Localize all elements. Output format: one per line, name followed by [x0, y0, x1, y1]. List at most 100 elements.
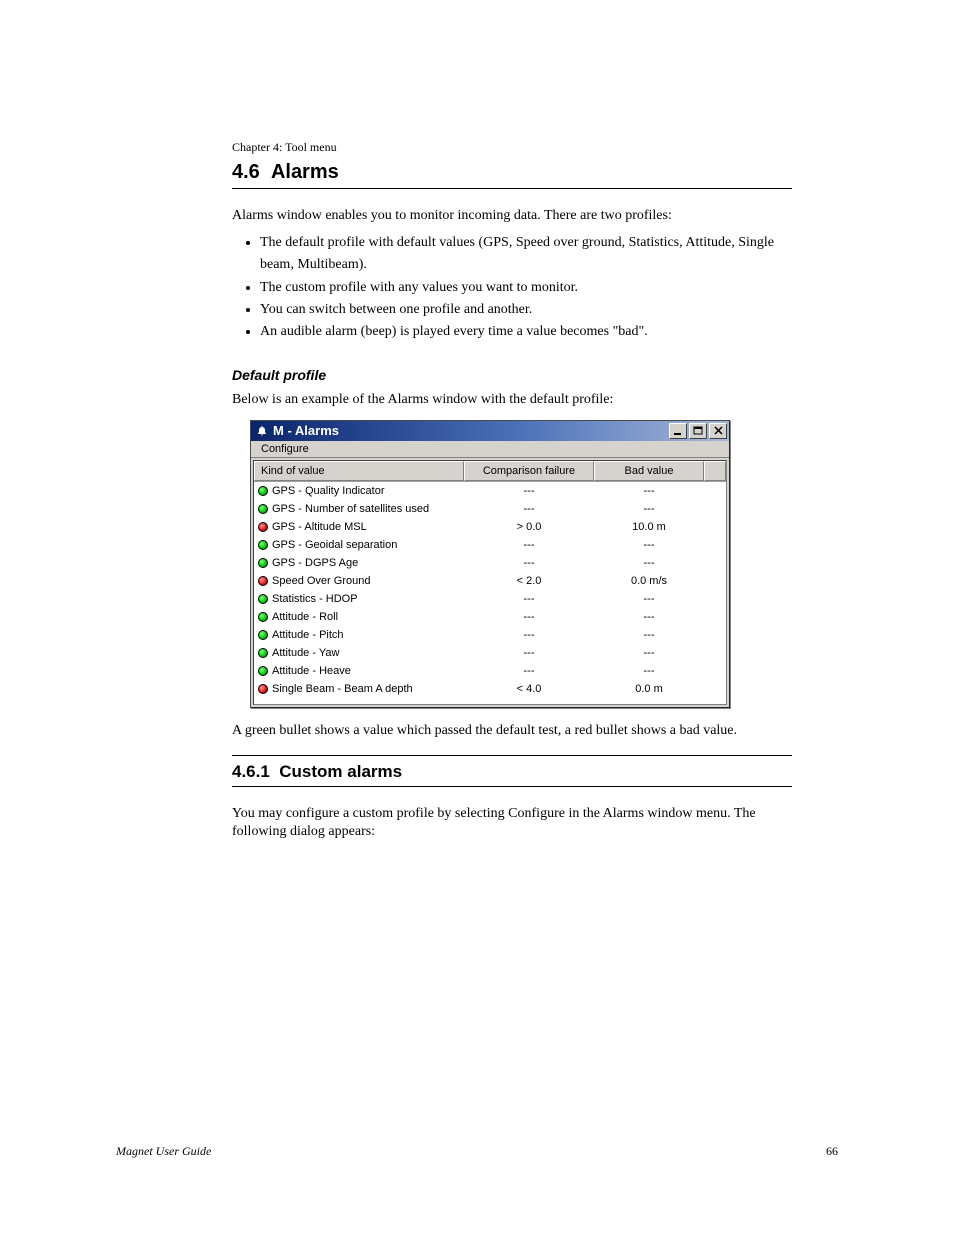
status-cell: [254, 612, 272, 622]
bad-value: ---: [594, 557, 704, 569]
value-name: Speed Over Ground: [272, 575, 464, 587]
comparison-failure: ---: [464, 485, 594, 497]
footer-doc-title: Magnet User Guide: [116, 1144, 211, 1159]
status-ok-icon: [258, 504, 268, 514]
table-row[interactable]: Attitude - Pitch------: [254, 626, 726, 644]
maximize-icon: [693, 426, 703, 435]
bad-value: ---: [594, 485, 704, 497]
bad-value: 0.0 m/s: [594, 575, 704, 587]
comparison-failure: ---: [464, 593, 594, 605]
section-heading: 4.6 Alarms: [232, 161, 792, 184]
list-item: The custom profile with any values you w…: [260, 277, 792, 299]
list-item: The default profile with default values …: [260, 232, 792, 277]
chapter-label: Chapter 4: Tool menu: [232, 140, 792, 155]
comparison-failure: ---: [464, 629, 594, 641]
bad-value: ---: [594, 629, 704, 641]
table-row[interactable]: Attitude - Roll------: [254, 608, 726, 626]
default-profile-body: Below is an example of the Alarms window…: [232, 391, 792, 410]
subsection-title: Custom alarms: [279, 762, 402, 781]
list-header: Kind of value Comparison failure Bad val…: [254, 461, 726, 482]
comparison-failure: ---: [464, 503, 594, 515]
status-cell: [254, 486, 272, 496]
value-name: GPS - DGPS Age: [272, 557, 464, 569]
subsection-rule-top: [232, 755, 792, 756]
status-bad-icon: [258, 684, 268, 694]
status-ok-icon: [258, 594, 268, 604]
minimize-button[interactable]: [669, 423, 687, 439]
section-title: Alarms: [271, 161, 339, 183]
configure-menu[interactable]: Configure: [257, 442, 313, 456]
status-ok-icon: [258, 486, 268, 496]
value-name: Attitude - Pitch: [272, 629, 464, 641]
list-item: An audible alarm (beep) is played every …: [260, 321, 792, 343]
status-bad-icon: [258, 576, 268, 586]
status-cell: [254, 558, 272, 568]
table-row[interactable]: Single Beam - Beam A depth< 4.00.0 m: [254, 680, 726, 698]
window-titlebar[interactable]: M - Alarms: [251, 421, 729, 441]
value-name: Single Beam - Beam A depth: [272, 683, 464, 695]
column-header-tail: [704, 461, 726, 481]
bell-icon: [255, 424, 269, 438]
bad-value: 0.0 m: [594, 683, 704, 695]
table-row[interactable]: Attitude - Yaw------: [254, 644, 726, 662]
status-ok-icon: [258, 648, 268, 658]
comparison-failure: ---: [464, 557, 594, 569]
status-cell: [254, 648, 272, 658]
bad-value: ---: [594, 539, 704, 551]
comparison-failure: ---: [464, 539, 594, 551]
close-icon: [714, 426, 723, 435]
column-header-comparison[interactable]: Comparison failure: [464, 461, 594, 481]
status-ok-icon: [258, 540, 268, 550]
value-name: Attitude - Yaw: [272, 647, 464, 659]
close-button[interactable]: [709, 423, 727, 439]
section-rule: [232, 188, 792, 189]
bad-value: 10.0 m: [594, 521, 704, 533]
intro-bullet-list: The default profile with default values …: [232, 232, 792, 344]
table-row[interactable]: GPS - Number of satellites used------: [254, 500, 726, 518]
list-item: You can switch between one profile and a…: [260, 299, 792, 321]
window-title: M - Alarms: [273, 423, 667, 438]
value-name: GPS - Altitude MSL: [272, 521, 464, 533]
bad-value: ---: [594, 647, 704, 659]
column-header-kind[interactable]: Kind of value: [254, 461, 464, 481]
comparison-failure: > 0.0: [464, 521, 594, 533]
status-ok-icon: [258, 630, 268, 640]
comparison-failure: < 2.0: [464, 575, 594, 587]
status-cell: [254, 666, 272, 676]
value-name: Attitude - Roll: [272, 611, 464, 623]
table-row[interactable]: GPS - DGPS Age------: [254, 554, 726, 572]
status-cell: [254, 594, 272, 604]
comparison-failure: ---: [464, 611, 594, 623]
table-row[interactable]: GPS - Geoidal separation------: [254, 536, 726, 554]
custom-alarms-body: You may configure a custom profile by se…: [232, 805, 792, 843]
table-row[interactable]: Statistics - HDOP------: [254, 590, 726, 608]
comparison-failure: ---: [464, 665, 594, 677]
maximize-button[interactable]: [689, 423, 707, 439]
legend-paragraph: A green bullet shows a value which passe…: [232, 722, 792, 741]
table-row[interactable]: Speed Over Ground< 2.00.0 m/s: [254, 572, 726, 590]
section-number: 4.6: [232, 161, 260, 183]
intro-paragraph: Alarms window enables you to monitor inc…: [232, 207, 792, 226]
status-cell: [254, 522, 272, 532]
status-cell: [254, 540, 272, 550]
status-bad-icon: [258, 522, 268, 532]
alarms-window: M - Alarms Configure Kind of value Compa…: [250, 420, 730, 708]
footer-page-number: 66: [826, 1144, 838, 1159]
bad-value: ---: [594, 665, 704, 677]
status-cell: [254, 684, 272, 694]
comparison-failure: ---: [464, 647, 594, 659]
status-cell: [254, 630, 272, 640]
table-row[interactable]: GPS - Altitude MSL> 0.010.0 m: [254, 518, 726, 536]
column-header-bad[interactable]: Bad value: [594, 461, 704, 481]
default-profile-subhead: Default profile: [232, 366, 792, 385]
minimize-icon: [673, 427, 683, 435]
comparison-failure: < 4.0: [464, 683, 594, 695]
bad-value: ---: [594, 611, 704, 623]
value-name: Attitude - Heave: [272, 665, 464, 677]
table-row[interactable]: Attitude - Heave------: [254, 662, 726, 680]
table-row[interactable]: GPS - Quality Indicator------: [254, 482, 726, 500]
status-ok-icon: [258, 612, 268, 622]
value-name: GPS - Quality Indicator: [272, 485, 464, 497]
status-cell: [254, 504, 272, 514]
value-name: GPS - Geoidal separation: [272, 539, 464, 551]
